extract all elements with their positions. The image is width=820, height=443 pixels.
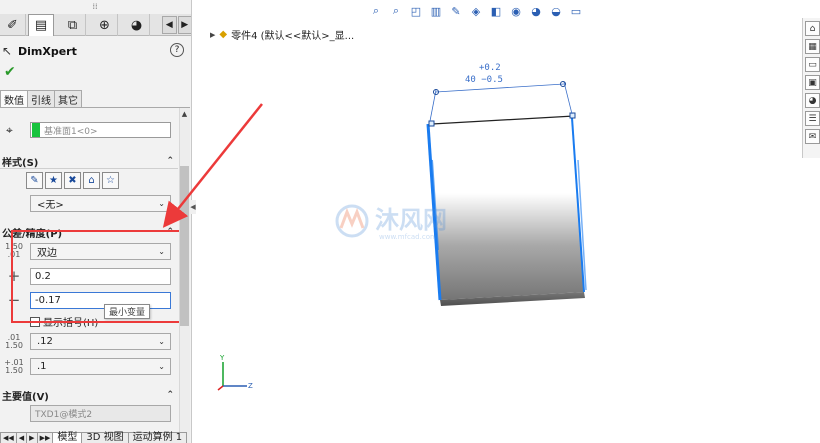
heads-up-toolbar: ⌕ ⌕ ◰ ▥ ✎ ◈ ◧ ◉ ◕ ◒ ▭ [368,3,584,19]
chevron-left-icon[interactable]: ◀ [162,16,177,34]
datum-selection-box[interactable]: 基准面1<0> [30,122,171,138]
datum-selection-text: 基准面1<0> [44,126,98,137]
primary-value-section-label: 主要值(V) [2,391,49,403]
expand-arrow-icon[interactable]: ▶ [210,31,215,39]
subtabs: 数值 引线 其它 [0,90,82,108]
scrollbar-thumb[interactable] [180,166,189,326]
dimxpert-icon: ✐ [7,17,18,33]
configuration-icon: ⧉ [67,17,78,33]
zoom-to-area-icon[interactable]: ⌕ [388,3,404,19]
design-library-icon[interactable]: ▦ [805,39,820,54]
tolerance-precision-value: .1 [37,361,47,372]
tab-value[interactable]: 数值 [0,90,28,108]
datum-color-swatch [32,123,40,137]
style-section-label: 样式(S) [2,157,39,169]
part-icon: ◆ [219,29,228,40]
primary-value-section-header[interactable]: 主要值(V) ⌃ [2,388,174,403]
manager-tabs: ✐ ▤ ⧉ ⊕ ◕ ◀ ▶ [0,14,191,36]
tab-dimxpert-manager[interactable]: ✐ [0,14,26,36]
custom-properties-icon[interactable]: ☰ [805,111,820,126]
home-icon[interactable]: ⌂ [805,21,820,36]
style-section-header[interactable]: 样式(S) ⌃ [2,154,174,169]
dimxpert-dimension-icon: ↖ [2,44,13,58]
appearances-icon[interactable]: ◕ [805,93,820,108]
primary-value-text: TXD1@模式2 [35,410,93,420]
appearance-icon: ◕ [130,17,143,33]
ok-check-icon[interactable]: ✔ [4,64,16,80]
style-toolbar: ✎ ★ ✖ ⌂ ☆ [26,172,119,189]
style-dropdown[interactable]: <无> ⌄ [30,195,171,212]
tab-property-manager[interactable]: ▤ [28,14,54,36]
tab-3d-view[interactable]: 3D 视图 [81,432,129,443]
hide-show-icon[interactable]: ◉ [508,3,524,19]
tab-motion-study[interactable]: 运动算例 1 [127,432,188,443]
chevron-down-icon: ⌄ [158,362,165,371]
panel-grip[interactable]: ⁞⁞ [70,2,120,12]
tab-target-manager[interactable]: ⊕ [92,14,118,36]
datum-reference-icon: ⌖ [6,123,13,137]
first-tab-arrow-icon[interactable]: ◀◀ [0,432,17,443]
solidworks-window: ⁞⁞ ✐ ▤ ⧉ ⊕ ◕ ◀ ▶ ↖ DimXpert ? ✔ 数值 引线 其它… [0,0,820,443]
dynamic-annotation-icon[interactable]: ✎ [448,3,464,19]
view-settings-icon[interactable]: ▭ [568,3,584,19]
edit-appearance-icon[interactable]: ◕ [528,3,544,19]
view-palette-icon[interactable]: ▣ [805,75,820,90]
file-explorer-icon[interactable]: ▭ [805,57,820,72]
save-style-icon[interactable]: ⌂ [83,172,100,189]
forum-icon[interactable]: ✉ [805,129,820,144]
tolerance-precision-dropdown[interactable]: .1 ⌄ [30,358,171,375]
property-manager-header: ↖ DimXpert ? [2,42,190,60]
tab-display-manager[interactable]: ◕ [124,14,150,36]
scroll-up-icon[interactable]: ▲ [179,108,190,120]
page-title: DimXpert [18,44,77,58]
load-style-icon[interactable]: ☆ [102,172,119,189]
bottom-tabs: ◀◀ ◀ ▶ ▶▶ 模型 3D 视图 运动算例 1 [0,432,191,443]
subtab-divider [0,107,190,108]
highlight-annotation-box [11,230,187,323]
graphics-viewport[interactable] [196,0,802,443]
property-manager-icon: ▤ [34,18,48,33]
tab-other[interactable]: 其它 [54,90,82,108]
add-style-icon[interactable]: ★ [45,172,62,189]
crosshair-icon: ⊕ [99,17,110,33]
display-style-icon[interactable]: ◧ [488,3,504,19]
primary-precision-dropdown[interactable]: .12 ⌄ [30,333,171,350]
tab-leaders[interactable]: 引线 [27,90,55,108]
last-tab-arrow-icon[interactable]: ▶▶ [36,432,54,443]
chevron-right-icon[interactable]: ▶ [177,16,191,34]
apply-scene-icon[interactable]: ◒ [548,3,564,19]
feature-tree-flyout[interactable]: ▶ ◆ 零件4 (默认<<默认>_显... [210,27,354,42]
property-manager-panel: ⁞⁞ ✐ ▤ ⧉ ⊕ ◕ ◀ ▶ ↖ DimXpert ? ✔ 数值 引线 其它… [0,0,192,443]
chevron-down-icon: ⌄ [158,199,165,208]
primary-precision-icon: .01 1.50 [5,333,23,350]
delete-style-icon[interactable]: ✖ [64,172,81,189]
collapse-up-icon[interactable]: ⌃ [166,156,174,166]
tab-configuration-manager[interactable]: ⧉ [60,14,86,36]
view-orientation-icon[interactable]: ◈ [468,3,484,19]
zoom-to-fit-icon[interactable]: ⌕ [368,3,384,19]
collapse-up-icon[interactable]: ⌃ [166,390,174,400]
tolerance-precision-icon: +.01 1.50 [4,358,24,375]
primary-precision-value: .12 [37,336,53,347]
tab-scroll-arrows: ◀ ▶ [162,16,191,34]
part-breadcrumb: 零件4 (默认<<默认>_显... [231,31,355,42]
primary-value-field[interactable]: TXD1@模式2 [30,405,171,422]
chevron-down-icon: ⌄ [158,337,165,346]
task-pane: ⌂ ▦ ▭ ▣ ◕ ☰ ✉ [802,18,820,158]
help-icon[interactable]: ? [170,43,184,57]
tab-model[interactable]: 模型 [52,432,83,443]
section-view-icon[interactable]: ▥ [428,3,444,19]
apply-default-style-icon[interactable]: ✎ [26,172,43,189]
style-dropdown-value: <无> [37,200,64,211]
section-divider [0,168,178,169]
previous-view-icon[interactable]: ◰ [408,3,424,19]
